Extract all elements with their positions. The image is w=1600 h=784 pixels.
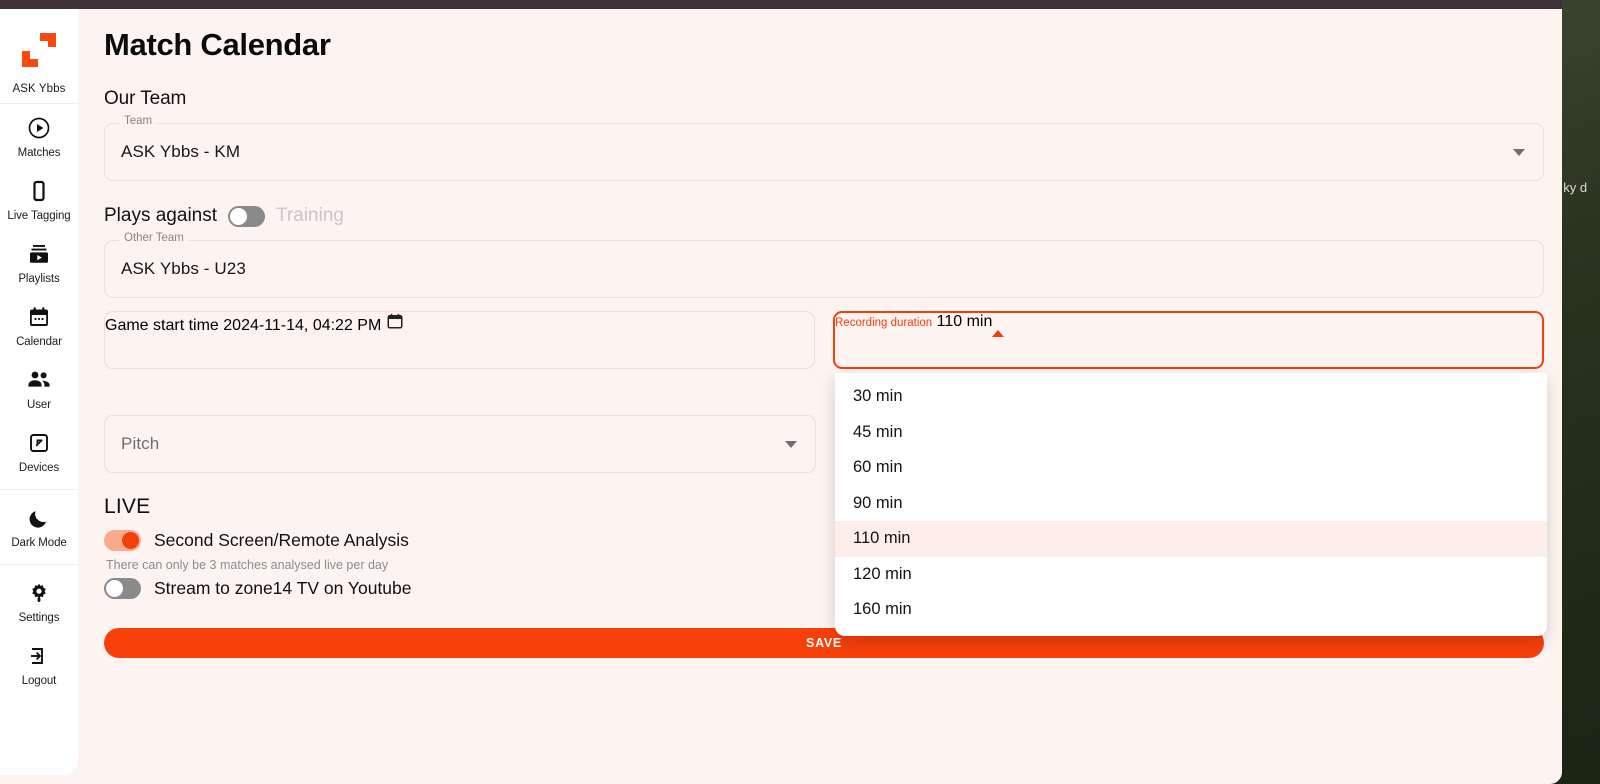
sidebar-item-label: Matches: [17, 147, 61, 159]
sidebar-item-label: Settings: [18, 612, 60, 624]
sidebar: ASK Ybbs Matches Live Tagging Playlists …: [0, 9, 78, 775]
brand-block: ASK Ybbs: [0, 9, 78, 104]
recording-duration-value: 110 min: [936, 313, 993, 330]
plays-against-label: Plays against: [104, 205, 218, 226]
recording-duration-menu[interactable]: 30 min 45 min 60 min 90 min 110 min 120 …: [835, 373, 1547, 636]
duration-option[interactable]: 90 min: [835, 486, 1547, 522]
sidebar-item-label: Live Tagging: [7, 210, 71, 222]
duration-option[interactable]: 120 min: [835, 557, 1547, 593]
recording-duration-legend: Recording duration: [835, 317, 933, 329]
application-window: ASK Ybbs Matches Live Tagging Playlists …: [0, 0, 1562, 784]
chevron-down-icon[interactable]: [785, 416, 797, 472]
main-content: Match Calendar Our Team Team ASK Ybbs - …: [78, 9, 1562, 775]
brand-label: ASK Ybbs: [12, 83, 66, 95]
game-start-value: 2024-11-14, 04:22 PM: [223, 317, 382, 334]
game-start-legend: Game start time: [105, 317, 219, 334]
duration-option[interactable]: 160 min: [835, 592, 1547, 628]
sidebar-item-dark-mode[interactable]: Dark Mode: [0, 494, 78, 557]
other-team-field[interactable]: Other Team ASK Ybbs - U23: [104, 232, 1544, 298]
recording-duration-field[interactable]: Recording duration 110 min 30 min 45 min…: [833, 311, 1547, 636]
sidebar-item-label: Calendar: [16, 336, 62, 348]
zone14-logo-icon: [19, 31, 59, 69]
our-team-heading: Our Team: [104, 88, 187, 109]
sidebar-item-live-tagging[interactable]: Live Tagging: [0, 167, 78, 230]
playlist-video-icon: [27, 241, 51, 267]
training-toggle[interactable]: [228, 205, 266, 227]
stream-youtube-toggle[interactable]: [104, 578, 141, 599]
sidebar-item-label: User: [27, 399, 51, 411]
schedule-row: Game start time 2024-11-14, 04:22 PM Rec…: [104, 311, 1547, 636]
team-select[interactable]: Team ASK Ybbs - KM: [104, 115, 1544, 181]
people-icon: [26, 367, 52, 393]
chevron-down-icon[interactable]: [1513, 124, 1525, 180]
pitch-select[interactable]: Pitch: [104, 415, 816, 473]
window-titlebar: [0, 0, 1562, 9]
pitch-placeholder: Pitch: [121, 434, 160, 453]
page-title: Match Calendar: [104, 27, 331, 62]
sidebar-item-label: Logout: [21, 675, 57, 687]
sidebar-item-user[interactable]: User: [0, 356, 78, 419]
second-screen-label: Second Screen/Remote Analysis: [154, 530, 409, 550]
gear-icon: [27, 580, 51, 606]
mobile-phone-icon: [27, 178, 51, 204]
second-screen-toggle[interactable]: [104, 530, 141, 551]
duration-option-selected[interactable]: 110 min: [835, 521, 1547, 557]
sidebar-item-settings[interactable]: Settings: [0, 569, 78, 632]
duration-option[interactable]: 45 min: [835, 415, 1547, 451]
calendar-icon: [27, 304, 51, 330]
logout-icon: [27, 643, 51, 669]
sidebar-item-label: Dark Mode: [11, 537, 67, 549]
other-team-value: ASK Ybbs - U23: [121, 259, 246, 278]
play-circle-icon: [27, 115, 51, 141]
sidebar-item-devices[interactable]: Devices: [0, 419, 78, 482]
sidebar-item-label: Devices: [18, 462, 60, 474]
calendar-picker-icon[interactable]: [386, 313, 404, 334]
sidebar-item-matches[interactable]: Matches: [0, 104, 78, 167]
sidebar-item-label: Playlists: [18, 273, 60, 285]
stream-youtube-label: Stream to zone14 TV on Youtube: [154, 578, 412, 598]
sidebar-divider: [0, 489, 78, 490]
chevron-up-icon[interactable]: [992, 313, 1005, 337]
sidebar-item-logout[interactable]: Logout: [0, 632, 78, 695]
duration-option[interactable]: 30 min: [835, 379, 1547, 415]
training-label: Training: [276, 205, 344, 226]
duration-option[interactable]: 60 min: [835, 450, 1547, 486]
moon-icon: [27, 505, 51, 531]
team-select-value: ASK Ybbs - KM: [121, 142, 241, 161]
devices-icon: [27, 430, 51, 456]
sidebar-item-playlists[interactable]: Playlists: [0, 230, 78, 293]
sidebar-item-calendar[interactable]: Calendar: [0, 293, 78, 356]
plays-against-row: Plays against Training: [104, 205, 1544, 227]
sidebar-divider: [0, 564, 78, 565]
game-start-time-field[interactable]: Game start time 2024-11-14, 04:22 PM: [104, 311, 815, 369]
